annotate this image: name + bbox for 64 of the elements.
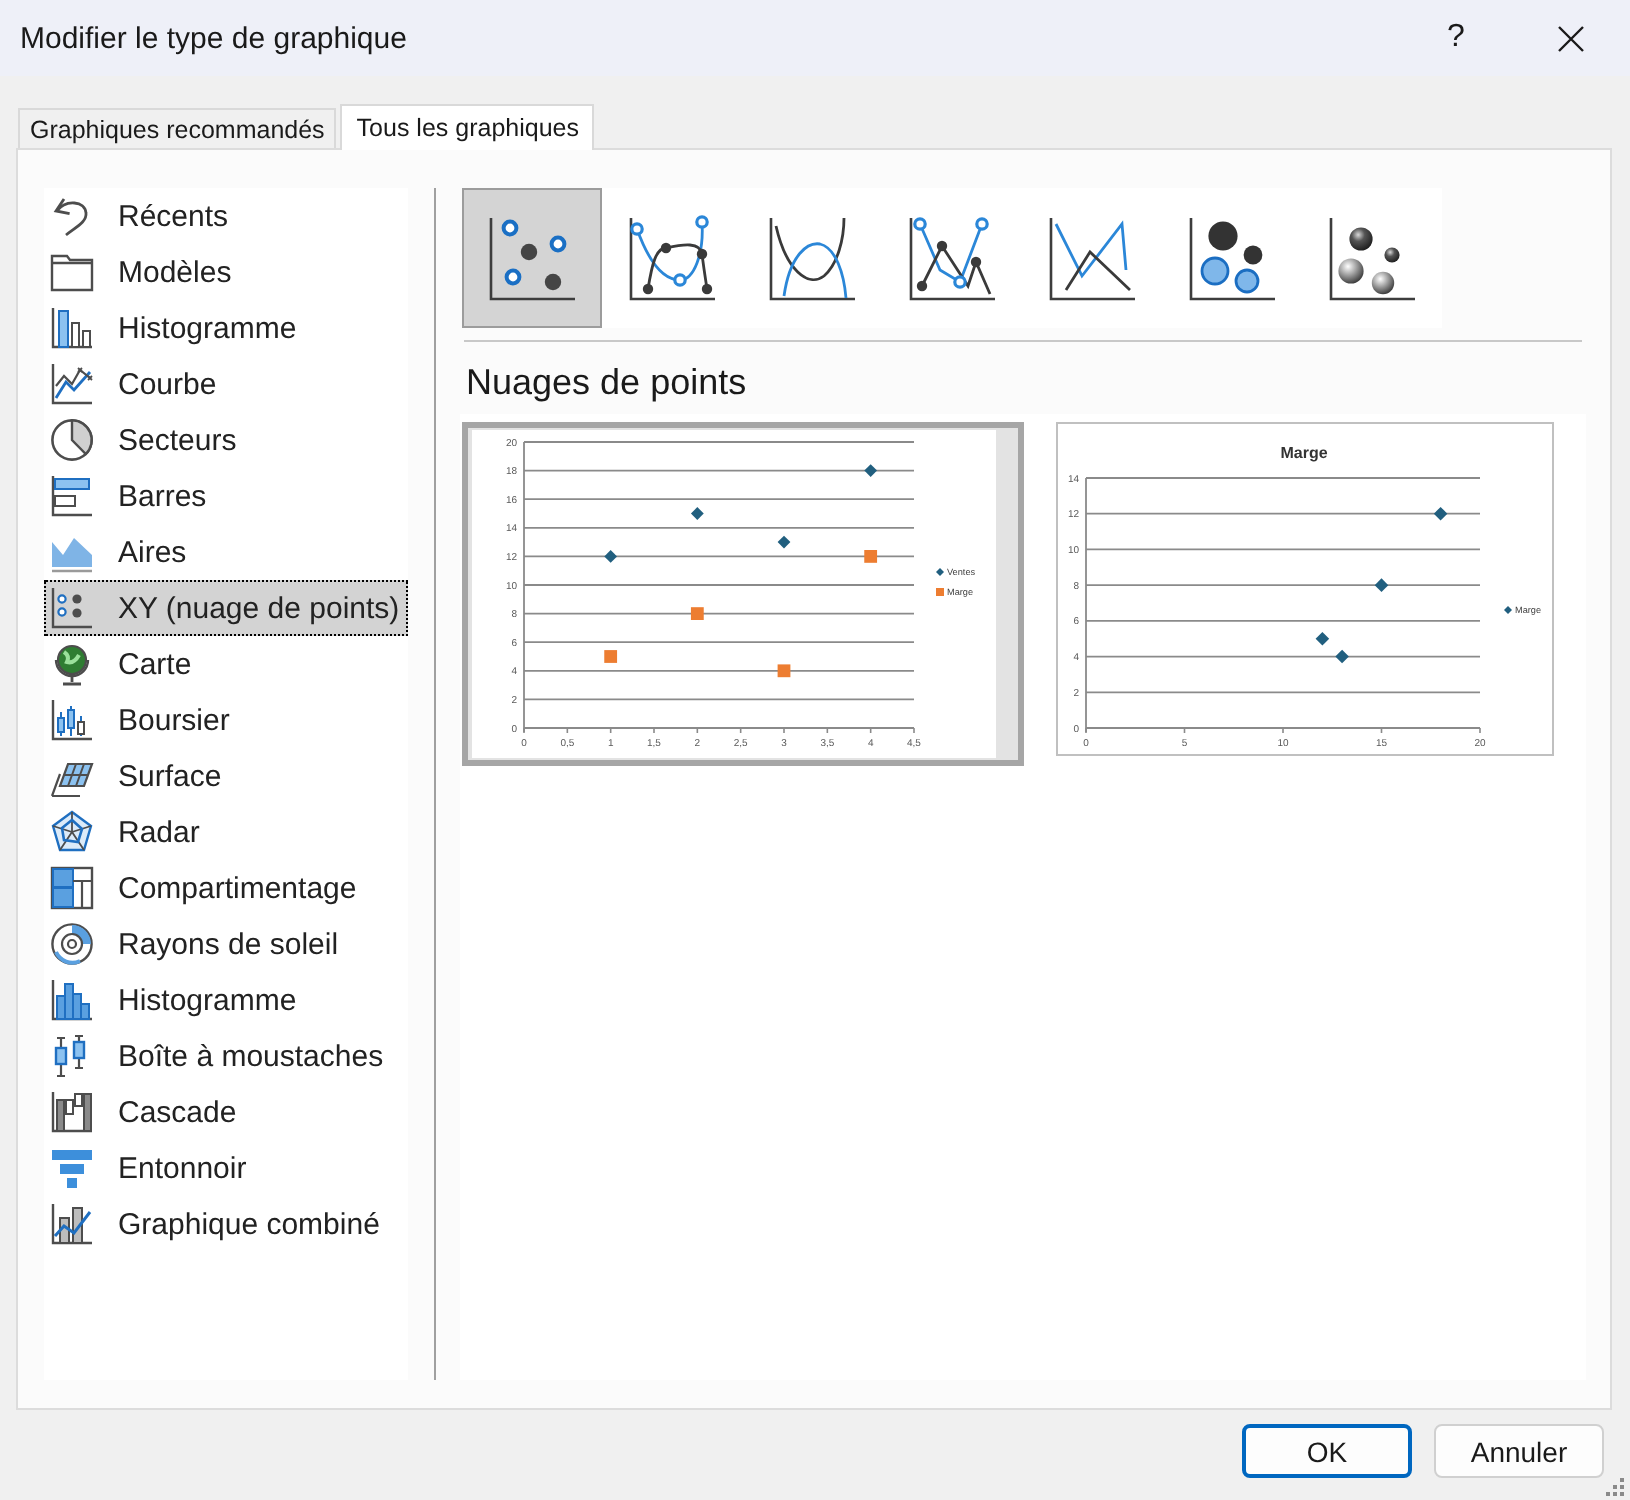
chart-type-item[interactable]: Histogramme: [44, 972, 408, 1028]
scatter-plot-icon: [50, 586, 94, 630]
radar-chart-icon: [50, 810, 94, 854]
data-point: [864, 464, 878, 477]
data-point: [864, 550, 878, 563]
histogram-icon: [50, 978, 94, 1022]
ok-button[interactable]: OK: [1242, 1424, 1412, 1478]
chart-type-item[interactable]: Surface: [44, 748, 408, 804]
tab[interactable]: Tous les graphiques: [340, 104, 595, 150]
close-icon: [1557, 25, 1583, 51]
chart-type-item[interactable]: Récents: [44, 188, 408, 244]
bubble-chart-icon: [1188, 214, 1276, 302]
line-chart-icon: [1048, 214, 1136, 302]
stock-chart-icon: [50, 698, 94, 742]
column-chart-icon: [50, 306, 94, 350]
data-point: [690, 507, 704, 520]
pie-chart-icon: [50, 418, 94, 462]
chart-type-item[interactable]: Secteurs: [44, 412, 408, 468]
dialog-title: Modifier le type de graphique: [20, 21, 409, 55]
data-point: [1433, 506, 1448, 521]
line-chart-icon: [50, 362, 94, 406]
data-point: [777, 664, 791, 678]
line-with-markers-icon: [908, 214, 996, 302]
data-point: [604, 650, 618, 663]
chart-type-item[interactable]: Graphique combiné: [44, 1196, 408, 1252]
sunburst-icon: [50, 922, 94, 966]
chart-type-item[interactable]: Entonnoir: [44, 1140, 408, 1196]
data-point: [777, 535, 791, 549]
data-point: [690, 607, 704, 620]
horizontal-bar-chart-icon: [50, 474, 94, 518]
curve-icon: [768, 214, 856, 302]
chart-title: Marge: [1280, 444, 1328, 462]
chart-type-item[interactable]: Rayons de soleil: [44, 916, 408, 972]
chart-type-item[interactable]: Histogramme: [44, 300, 408, 356]
curve-with-markers-icon: [628, 214, 716, 302]
treemap-icon: [50, 866, 94, 910]
chart-type-item[interactable]: Boîte à moustaches: [44, 1028, 408, 1084]
chart-type-item[interactable]: Boursier: [44, 692, 408, 748]
chart-type-item[interactable]: Aires: [44, 524, 408, 580]
scatter-plot-icon: [488, 214, 576, 302]
chart-type-item[interactable]: Modèles: [44, 244, 408, 300]
tab[interactable]: Graphiques recommandés: [18, 108, 337, 148]
resize-grip-icon[interactable]: [1606, 1478, 1624, 1496]
folder-icon: [50, 250, 94, 294]
data-point: [604, 550, 618, 563]
globe-icon: [50, 642, 94, 686]
3d-bubble-icon: [1328, 214, 1416, 302]
combo-chart-icon: [50, 1202, 94, 1246]
data-point: [1374, 578, 1389, 592]
section-heading: Nuages de points: [466, 360, 749, 404]
data-point: [1315, 631, 1330, 646]
chart-type-item[interactable]: Radar: [44, 804, 408, 860]
funnel-icon: [50, 1146, 94, 1190]
cancel-button[interactable]: Annuler: [1434, 1424, 1604, 1478]
chart-type-item[interactable]: Cascade: [44, 1084, 408, 1140]
chart-type-item[interactable]: Barres: [44, 468, 408, 524]
chart-subtype-button[interactable]: [462, 188, 602, 328]
data-point: [1335, 649, 1349, 664]
chart-type-item[interactable]: Carte: [44, 636, 408, 692]
waterfall-chart-icon: [50, 1090, 94, 1134]
chart-type-item[interactable]: XY (nuage de points): [44, 580, 408, 636]
chart-type-item[interactable]: Courbe: [44, 356, 408, 412]
chart-type-item[interactable]: Compartimentage: [44, 860, 408, 916]
help-button[interactable]: ?: [1410, 0, 1502, 76]
